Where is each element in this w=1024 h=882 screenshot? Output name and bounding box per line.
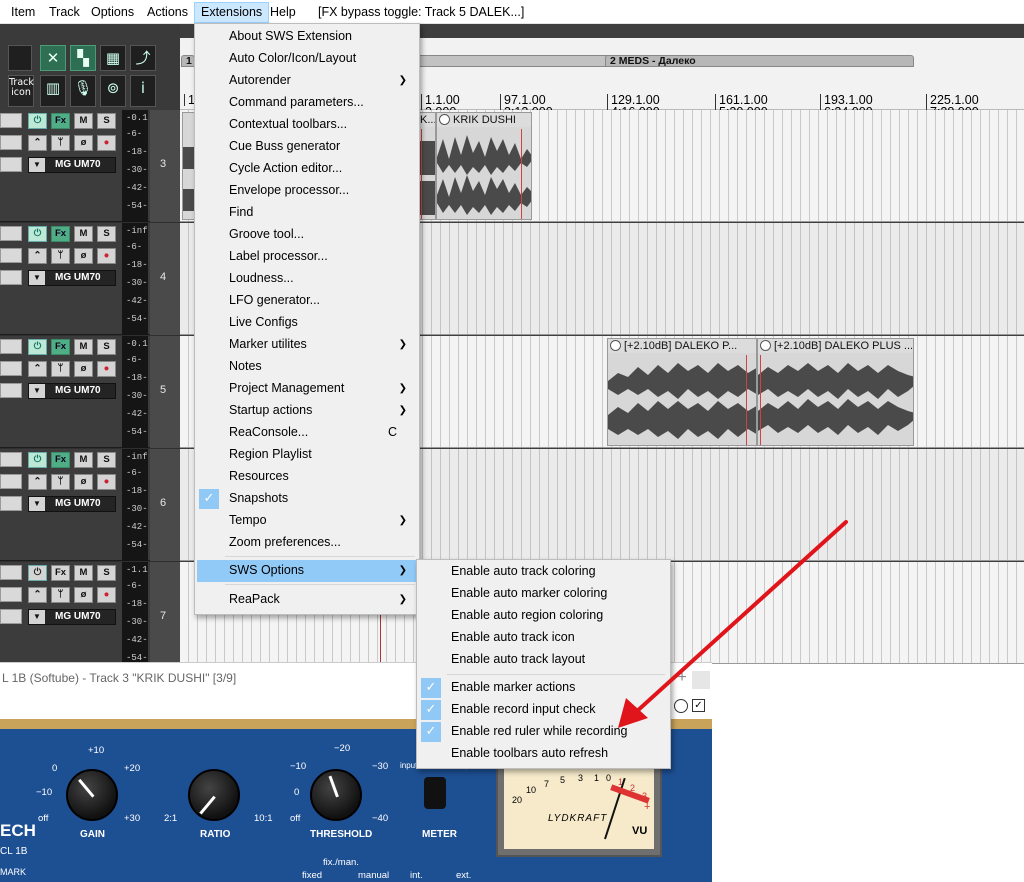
annotation-arrow: [618, 520, 848, 728]
reaper-window: Item Track Options Actions Extensions He…: [0, 0, 1024, 882]
